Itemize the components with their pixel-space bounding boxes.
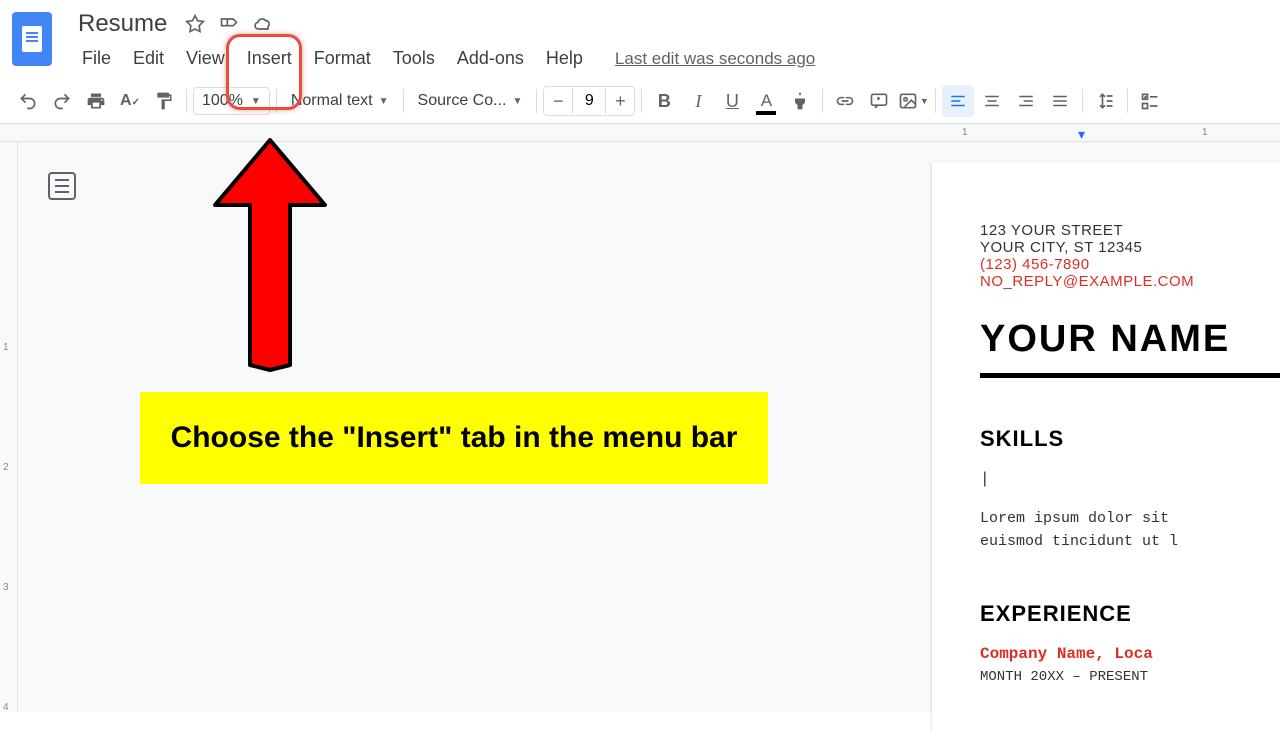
docs-logo[interactable] bbox=[12, 12, 52, 66]
address-street: 123 YOUR STREET bbox=[980, 222, 1280, 239]
print-button[interactable] bbox=[80, 85, 112, 117]
experience-heading: EXPERIENCE bbox=[980, 601, 1280, 627]
address-phone: (123) 456-7890 bbox=[980, 256, 1280, 273]
zoom-select[interactable]: 100%▼ bbox=[193, 87, 270, 115]
font-size-increase[interactable]: + bbox=[606, 87, 634, 115]
header-bar: Resume File Edit View Insert Format Tool… bbox=[0, 0, 1280, 73]
paint-format-button[interactable] bbox=[148, 85, 180, 117]
cloud-icon[interactable] bbox=[253, 14, 273, 34]
document-page[interactable]: 123 YOUR STREET YOUR CITY, ST 12345 (123… bbox=[932, 162, 1280, 732]
address-email: NO_REPLY@EXAMPLE.COM bbox=[980, 273, 1280, 290]
annotation-text: Choose the "Insert" tab in the menu bar bbox=[171, 421, 738, 455]
paragraph-style-select[interactable]: Normal text▼ bbox=[283, 88, 397, 114]
link-button[interactable] bbox=[829, 85, 861, 117]
menu-help[interactable]: Help bbox=[536, 44, 593, 73]
bold-button[interactable]: B bbox=[648, 85, 680, 117]
address-city: YOUR CITY, ST 12345 bbox=[980, 239, 1280, 256]
skills-body: Lorem ipsum dolor sit euismod tincidunt … bbox=[980, 508, 1280, 553]
toolbar: A✓ 100%▼ Normal text▼ Source Co...▼ − 9 … bbox=[0, 79, 1280, 124]
align-justify-button[interactable] bbox=[1044, 85, 1076, 117]
menu-file[interactable]: File bbox=[72, 44, 121, 73]
align-right-button[interactable] bbox=[1010, 85, 1042, 117]
menu-bar: File Edit View Insert Format Tools Add-o… bbox=[72, 44, 1268, 73]
menu-view[interactable]: View bbox=[176, 44, 235, 73]
menu-insert[interactable]: Insert bbox=[237, 44, 302, 73]
document-title[interactable]: Resume bbox=[72, 8, 173, 40]
line-spacing-button[interactable] bbox=[1089, 85, 1121, 117]
name-divider bbox=[980, 373, 1280, 378]
star-icon[interactable] bbox=[185, 14, 205, 34]
spellcheck-button[interactable]: A✓ bbox=[114, 85, 146, 117]
align-center-button[interactable] bbox=[976, 85, 1008, 117]
company-line: Company Name, Loca bbox=[980, 645, 1280, 663]
resume-name: YOUR NAME bbox=[980, 318, 1280, 361]
dates-line: MONTH 20XX – PRESENT bbox=[980, 669, 1280, 685]
redo-button[interactable] bbox=[46, 85, 78, 117]
font-select[interactable]: Source Co...▼ bbox=[410, 88, 531, 114]
text-cursor: | bbox=[980, 470, 1280, 488]
highlight-button[interactable] bbox=[784, 85, 816, 117]
annotation-callout: Choose the "Insert" tab in the menu bar bbox=[140, 392, 768, 484]
vertical-ruler: 1 2 3 4 bbox=[0, 142, 18, 712]
text-color-button[interactable]: A bbox=[750, 85, 782, 117]
underline-button[interactable]: U bbox=[716, 85, 748, 117]
align-left-button[interactable] bbox=[942, 85, 974, 117]
outline-toggle-icon[interactable] bbox=[48, 172, 76, 200]
horizontal-ruler: 1 ▾ 1 bbox=[0, 124, 1280, 142]
menu-tools[interactable]: Tools bbox=[383, 44, 445, 73]
last-edit-text[interactable]: Last edit was seconds ago bbox=[615, 49, 815, 69]
skills-heading: SKILLS bbox=[980, 426, 1280, 452]
font-size-group: − 9 + bbox=[543, 86, 635, 116]
comment-button[interactable] bbox=[863, 85, 895, 117]
menu-addons[interactable]: Add-ons bbox=[447, 44, 534, 73]
checklist-button[interactable] bbox=[1134, 85, 1166, 117]
menu-edit[interactable]: Edit bbox=[123, 44, 174, 73]
indent-marker-icon[interactable]: ▾ bbox=[1078, 126, 1085, 143]
font-size-input[interactable]: 9 bbox=[572, 88, 606, 114]
font-size-decrease[interactable]: − bbox=[544, 87, 572, 115]
italic-button[interactable]: I bbox=[682, 85, 714, 117]
menu-format[interactable]: Format bbox=[304, 44, 381, 73]
move-icon[interactable] bbox=[219, 14, 239, 34]
undo-button[interactable] bbox=[12, 85, 44, 117]
image-button[interactable]: ▼ bbox=[897, 85, 929, 117]
